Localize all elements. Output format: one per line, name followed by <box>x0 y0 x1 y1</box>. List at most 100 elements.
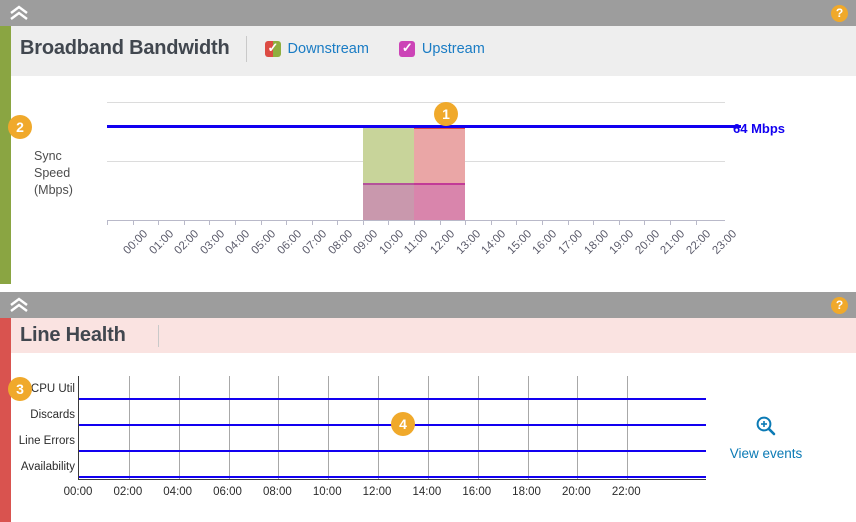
x-axis-label: 22:00 <box>612 486 641 498</box>
x-axis-label: 01:00 <box>147 228 176 257</box>
help-icon-bandwidth[interactable]: ? <box>831 5 848 22</box>
checkbox-upstream[interactable]: ✓ <box>399 41 415 57</box>
x-axis-label: 08:00 <box>263 486 292 498</box>
series-line-availability <box>79 476 706 478</box>
gridline-x <box>278 376 279 479</box>
x-axis-label: 02:00 <box>113 486 142 498</box>
x-axis-label: 09:00 <box>352 228 381 257</box>
bandwidth-panel-toolbar: ? <box>0 0 856 26</box>
x-axis-tick <box>644 220 645 225</box>
y-axis-title-line-1: Sync <box>34 148 96 165</box>
page-title: Broadband Bandwidth <box>11 37 230 60</box>
line-health-header: Line Health <box>11 318 856 353</box>
series-line-line-errors <box>79 450 706 452</box>
annotation-badge-3: 3 <box>8 377 32 401</box>
x-axis-tick <box>670 220 671 225</box>
legend-item-upstream[interactable]: ✓ Upstream <box>399 41 485 57</box>
x-axis-tick <box>184 220 185 225</box>
line-health-title-divider <box>158 325 159 347</box>
x-axis-tick <box>491 220 492 225</box>
x-axis-label: 17:00 <box>556 228 585 257</box>
x-axis-label: 14:00 <box>480 228 509 257</box>
x-axis-label: 00:00 <box>121 228 150 257</box>
row-label-discards: Discards <box>0 409 75 421</box>
x-axis-label: 23:00 <box>710 228 739 257</box>
x-axis-label: 18:00 <box>582 228 611 257</box>
x-axis-tick <box>107 220 108 225</box>
checkbox-downstream[interactable]: ✓ <box>265 41 281 57</box>
gridline-x <box>528 376 529 479</box>
x-axis-tick <box>440 220 441 225</box>
line-health-panel-toolbar: ? <box>0 292 856 318</box>
x-axis-label: 18:00 <box>512 486 541 498</box>
bandwidth-accent-bar <box>0 26 11 284</box>
x-axis-tick <box>593 220 594 225</box>
line-health-title: Line Health <box>11 324 126 347</box>
annotation-badge-2: 2 <box>8 115 32 139</box>
x-axis-tick <box>696 220 697 225</box>
x-axis-label: 13:00 <box>454 228 483 257</box>
x-axis-label: 04:00 <box>224 228 253 257</box>
x-axis-label: 12:00 <box>363 486 392 498</box>
x-axis-tick <box>388 220 389 225</box>
x-axis-tick <box>133 220 134 225</box>
gridline-y-0 <box>107 220 725 221</box>
x-axis-label: 03:00 <box>198 228 227 257</box>
x-axis-label: 16:00 <box>531 228 560 257</box>
x-axis-label: 19:00 <box>608 228 637 257</box>
x-axis-tick <box>568 220 569 225</box>
x-axis-tick <box>286 220 287 225</box>
chevron-double-up-icon[interactable] <box>8 296 30 314</box>
x-axis-label: 10:00 <box>377 228 406 257</box>
area-upstream-segment <box>414 183 465 220</box>
x-axis-label: 22:00 <box>684 228 713 257</box>
x-axis-label: 04:00 <box>163 486 192 498</box>
legend-item-downstream[interactable]: ✓ Downstream <box>265 41 369 57</box>
gridline-x <box>328 376 329 479</box>
x-axis-tick <box>516 220 517 225</box>
x-axis-label: 16:00 <box>462 486 491 498</box>
title-divider <box>246 36 247 62</box>
check-icon: ✓ <box>268 40 279 56</box>
legend-label-downstream: Downstream <box>288 41 369 57</box>
legend-label-upstream: Upstream <box>422 41 485 57</box>
x-axis-label: 10:00 <box>313 486 342 498</box>
x-axis-label: 11:00 <box>403 228 431 256</box>
sync-speed-threshold-label: 64 Mbps <box>733 121 785 136</box>
view-events-label: View events <box>712 446 820 461</box>
broadband-bandwidth-panel: ? Broadband Bandwidth ✓ Downstream ✓ Ups… <box>0 0 856 284</box>
y-axis-title-line-3: (Mbps) <box>34 182 96 199</box>
sync-speed-threshold-line <box>107 125 741 128</box>
x-axis-tick <box>465 220 466 225</box>
x-axis-label: 20:00 <box>633 228 662 257</box>
x-axis-tick <box>542 220 543 225</box>
magnifier-plus-icon <box>712 414 820 440</box>
x-axis-tick <box>337 220 338 225</box>
help-icon-line-health[interactable]: ? <box>831 297 848 314</box>
gridline-x <box>428 376 429 479</box>
gridline-x <box>229 376 230 479</box>
x-axis-tick <box>158 220 159 225</box>
x-axis-label: 15:00 <box>505 228 534 257</box>
series-line-cpu-util <box>79 398 706 400</box>
x-axis-tick <box>261 220 262 225</box>
x-axis-tick <box>209 220 210 225</box>
x-axis-tick <box>619 220 620 225</box>
gridline-x <box>478 376 479 479</box>
x-axis-label: 00:00 <box>64 486 93 498</box>
dashboard-page: ? Broadband Bandwidth ✓ Downstream ✓ Ups… <box>0 0 856 522</box>
y-axis-title-line-2: Speed <box>34 165 96 182</box>
bandwidth-legend: ✓ Downstream ✓ Upstream <box>265 41 485 57</box>
x-axis-label: 06:00 <box>213 486 242 498</box>
bandwidth-header: Broadband Bandwidth ✓ Downstream ✓ Upstr… <box>11 26 856 71</box>
x-axis-label: 08:00 <box>326 228 355 257</box>
chevron-double-up-icon[interactable] <box>8 4 30 22</box>
x-axis-tick <box>414 220 415 225</box>
row-label-line-errors: Line Errors <box>0 435 75 447</box>
gridline-x <box>129 376 130 479</box>
bandwidth-chart-plot: 0408000:0001:0002:0003:0004:0005:0006:00… <box>107 102 725 220</box>
x-axis-label: 05:00 <box>249 228 278 257</box>
view-events-button[interactable]: View events <box>712 414 820 461</box>
annotation-badge-4: 4 <box>391 412 415 436</box>
x-axis-label: 21:00 <box>659 228 688 257</box>
